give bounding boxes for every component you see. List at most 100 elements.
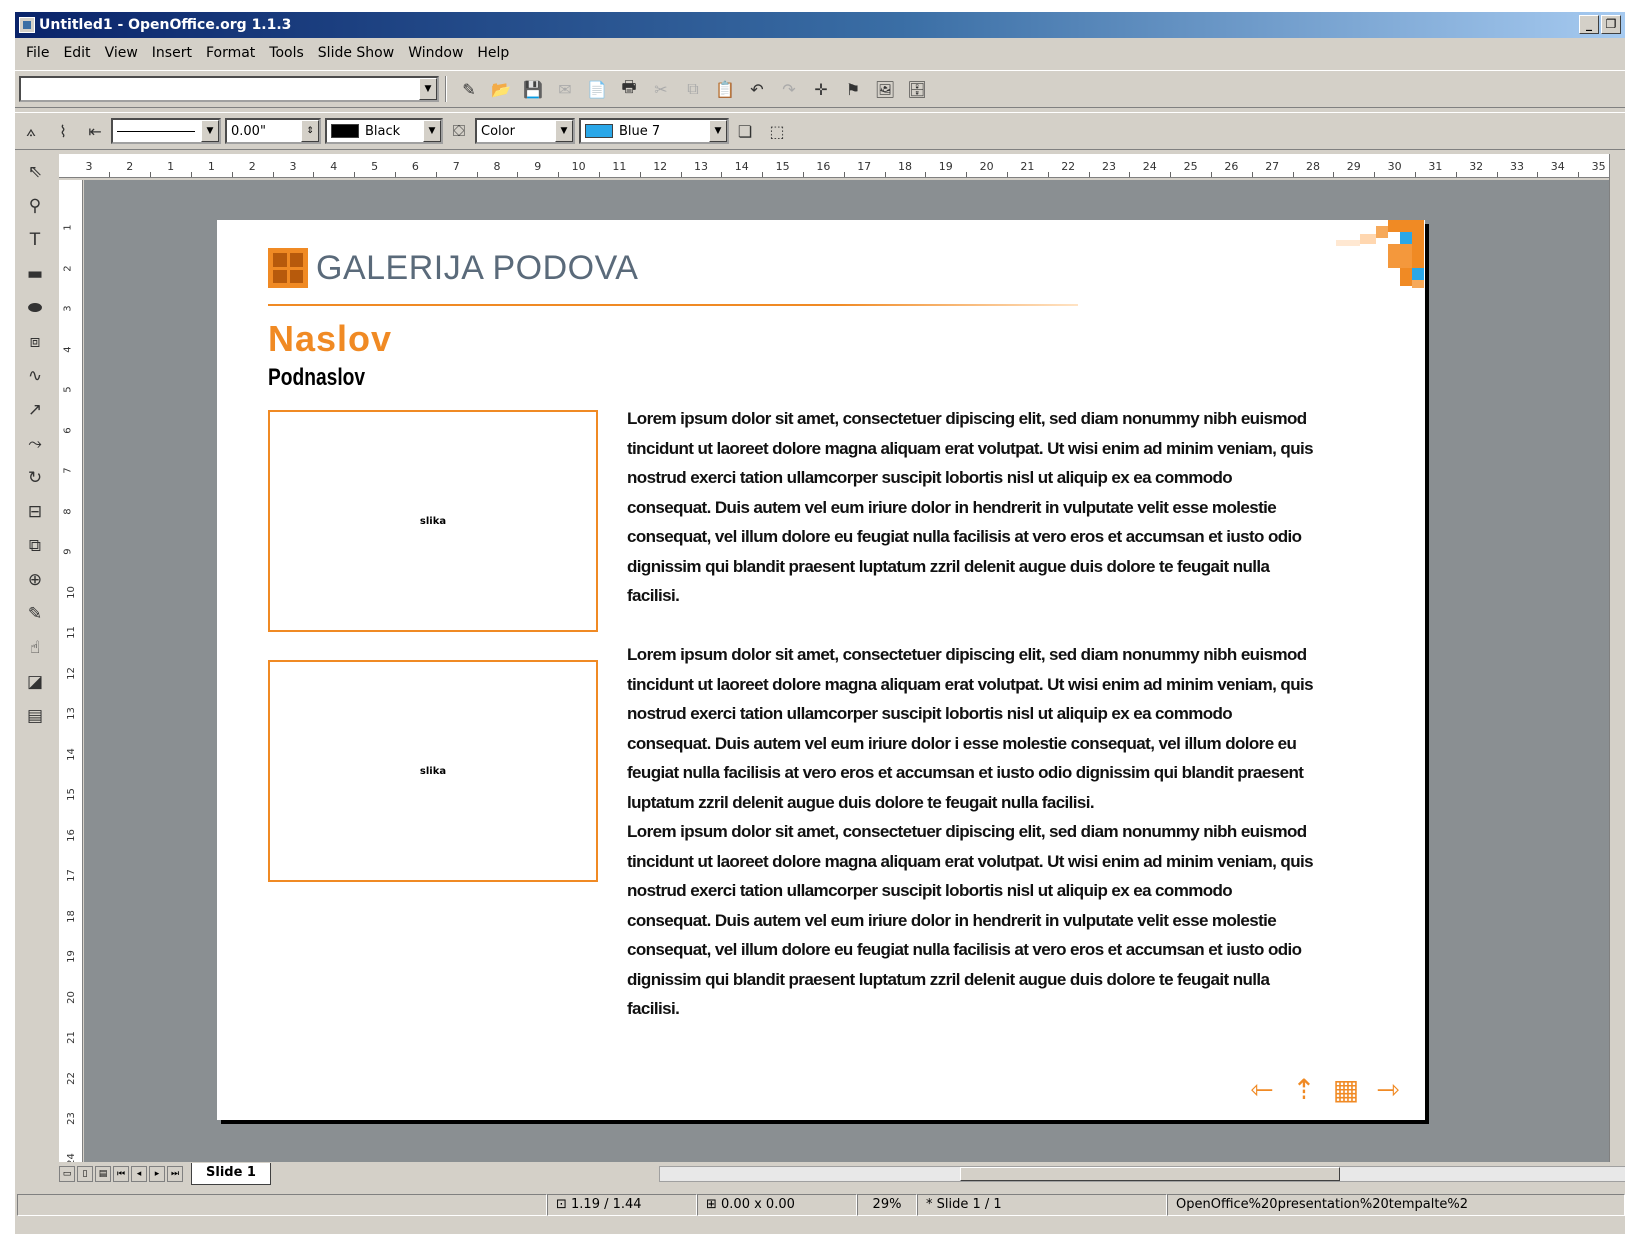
copy-icon[interactable]: ⧉ bbox=[680, 76, 706, 102]
connector-icon[interactable]: ⤳ bbox=[20, 430, 50, 458]
arrow-right-icon[interactable]: ⇾ bbox=[1371, 1072, 1405, 1106]
home-icon[interactable]: ▦ bbox=[1329, 1072, 1363, 1106]
area-fill-icon[interactable]: ⛋ bbox=[446, 118, 472, 144]
cut-icon[interactable]: ✂ bbox=[648, 76, 674, 102]
mail-icon[interactable]: ✉ bbox=[552, 76, 578, 102]
ruler-tick-label: 8 bbox=[493, 160, 501, 173]
chevron-down-icon[interactable]: ▼ bbox=[419, 78, 437, 100]
chevron-down-icon[interactable]: ▼ bbox=[201, 120, 219, 142]
ruler-tick-label: 10 bbox=[571, 160, 586, 173]
title-bar[interactable]: Untitled1 - OpenOffice.org 1.1.3 _ ❐ bbox=[15, 12, 1625, 38]
gallery-icon[interactable]: 🖼 bbox=[872, 76, 898, 102]
next-slide-icon[interactable]: ▸ bbox=[149, 1166, 165, 1182]
area-style-select[interactable]: Color ▼ bbox=[475, 118, 575, 144]
ruler-tick-mark bbox=[1292, 172, 1294, 177]
edit-points-icon[interactable]: ⟑ bbox=[18, 118, 44, 144]
corner-decoration bbox=[1336, 220, 1424, 288]
vertical-ruler[interactable]: 1 2 3 4 5 6 7 8 9 10 11 12 13 14 15 16 17 18 19 20 21 22 23 24 bbox=[59, 180, 83, 1162]
tab-slide-1[interactable]: Slide 1 bbox=[191, 1163, 271, 1185]
edit-file-icon[interactable]: ✎ bbox=[456, 76, 482, 102]
shadow-icon[interactable]: ❏ bbox=[732, 118, 758, 144]
image-placeholder[interactable]: slika bbox=[268, 660, 598, 882]
line-icon[interactable]: ⌇ bbox=[50, 118, 76, 144]
3d-object-icon[interactable]: ⧈ bbox=[20, 328, 50, 356]
line-color-select[interactable]: Black ▼ bbox=[325, 118, 443, 144]
notes-view-icon[interactable]: ▯ bbox=[77, 1166, 93, 1182]
interaction-icon[interactable]: ☝ bbox=[20, 634, 50, 662]
horizontal-ruler[interactable]: 3 2 1 1 2 3 4 5 6 7 8 9 10 11 12 13 14 15 16 17 18 19 20 21 22 23… bbox=[59, 154, 1625, 178]
arrow-up-icon[interactable]: ⇡ bbox=[1287, 1072, 1321, 1106]
line-width-stepper[interactable]: 0.00" ⇕ bbox=[225, 118, 321, 144]
rotate-icon[interactable]: ↻ bbox=[20, 464, 50, 492]
spin-icon[interactable]: ⇕ bbox=[301, 120, 319, 142]
rectangle-icon[interactable]: ▬ bbox=[20, 260, 50, 288]
first-slide-icon[interactable]: ⏮ bbox=[113, 1166, 129, 1182]
ruler-tick-label: 1 bbox=[207, 160, 215, 173]
menu-view[interactable]: View bbox=[98, 45, 145, 61]
ellipse-icon[interactable]: ⬬ bbox=[20, 294, 50, 322]
3d-effects-icon[interactable]: ◪ bbox=[20, 668, 50, 696]
arrow-left-icon[interactable]: ⇽ bbox=[1245, 1072, 1279, 1106]
effects-icon[interactable]: ✎ bbox=[20, 600, 50, 628]
text-icon[interactable]: T bbox=[20, 226, 50, 254]
ruler-tick-label: 9 bbox=[534, 160, 542, 173]
menu-slide-show[interactable]: Slide Show bbox=[311, 45, 401, 61]
slide-show-icon[interactable]: ▤ bbox=[20, 702, 50, 730]
last-slide-icon[interactable]: ⏭ bbox=[167, 1166, 183, 1182]
ruler-tick-label: 20 bbox=[979, 160, 994, 173]
body-text-block[interactable]: Lorem ipsum dolor sit amet, consectetuer… bbox=[627, 404, 1317, 611]
slide-subtitle[interactable]: Podnaslov bbox=[268, 364, 365, 392]
chevron-down-icon[interactable]: ▼ bbox=[709, 120, 727, 142]
scroll-thumb[interactable] bbox=[960, 1167, 1340, 1181]
minimize-icon[interactable]: _ bbox=[1579, 15, 1599, 34]
arrow-style-icon[interactable]: ⇤ bbox=[82, 118, 108, 144]
navigator-icon[interactable]: ✛ bbox=[808, 76, 834, 102]
curve-icon[interactable]: ∿ bbox=[20, 362, 50, 390]
drawing-view-icon[interactable]: ▭ bbox=[59, 1166, 75, 1182]
image-placeholder[interactable]: slika bbox=[268, 410, 598, 632]
area-color-select[interactable]: Blue 7 ▼ bbox=[579, 118, 729, 144]
slide-title[interactable]: Naslov bbox=[268, 318, 392, 360]
undo-icon[interactable]: ↶ bbox=[744, 76, 770, 102]
menu-edit[interactable]: Edit bbox=[56, 45, 97, 61]
ruler-tick-label: 4 bbox=[62, 345, 74, 353]
url-combo[interactable]: ▼ bbox=[19, 76, 439, 102]
zoom-level[interactable]: 29% bbox=[857, 1194, 917, 1216]
paste-icon[interactable]: 📋 bbox=[712, 76, 738, 102]
print-icon[interactable]: 🖶 bbox=[616, 76, 642, 102]
ruler-tick-label: 30 bbox=[1387, 160, 1402, 173]
horizontal-scrollbar[interactable] bbox=[659, 1166, 1625, 1182]
ruler-tick-mark bbox=[1333, 172, 1335, 177]
ruler-tick-label: 6 bbox=[62, 426, 74, 434]
export-pdf-icon[interactable]: 📄 bbox=[584, 76, 610, 102]
stylist-icon[interactable]: ⚑ bbox=[840, 76, 866, 102]
vertical-scrollbar[interactable] bbox=[1609, 154, 1625, 1162]
slide-canvas[interactable]: GALERIJA PODOVA Naslov Podnaslov slika s… bbox=[217, 220, 1425, 1120]
prev-slide-icon[interactable]: ◂ bbox=[131, 1166, 147, 1182]
data-sources-icon[interactable]: 🗄 bbox=[904, 76, 930, 102]
menu-window[interactable]: Window bbox=[401, 45, 470, 61]
menu-help[interactable]: Help bbox=[470, 45, 516, 61]
select-arrow-icon[interactable]: ⇖ bbox=[20, 158, 50, 186]
menu-tools[interactable]: Tools bbox=[262, 45, 311, 61]
lines-arrows-icon[interactable]: ↗ bbox=[20, 396, 50, 424]
insert-icon[interactable]: ⊕ bbox=[20, 566, 50, 594]
menu-file[interactable]: File bbox=[19, 45, 56, 61]
zoom-icon[interactable]: ⚲ bbox=[20, 192, 50, 220]
paragraph: Lorem ipsum dolor sit amet, consectetuer… bbox=[627, 645, 1314, 812]
chevron-down-icon[interactable]: ▼ bbox=[555, 120, 573, 142]
body-text-block[interactable]: Lorem ipsum dolor sit amet, consectetuer… bbox=[627, 640, 1317, 1024]
save-icon[interactable]: 💾 bbox=[520, 76, 546, 102]
open-icon[interactable]: 📂 bbox=[488, 76, 514, 102]
arrange-icon[interactable]: ⧉ bbox=[20, 532, 50, 560]
chevron-down-icon[interactable]: ▼ bbox=[423, 120, 441, 142]
transform-icon[interactable]: ⬚ bbox=[764, 118, 790, 144]
line-style-select[interactable]: ▼ bbox=[111, 118, 221, 144]
menu-insert[interactable]: Insert bbox=[145, 45, 199, 61]
redo-icon[interactable]: ↷ bbox=[776, 76, 802, 102]
handout-view-icon[interactable]: ▤ bbox=[95, 1166, 111, 1182]
alignment-icon[interactable]: ⊟ bbox=[20, 498, 50, 526]
restore-icon[interactable]: ❐ bbox=[1601, 15, 1621, 34]
menu-format[interactable]: Format bbox=[199, 45, 262, 61]
document-name: OpenOffice%20presentation%20tempalte%2 bbox=[1167, 1194, 1625, 1216]
